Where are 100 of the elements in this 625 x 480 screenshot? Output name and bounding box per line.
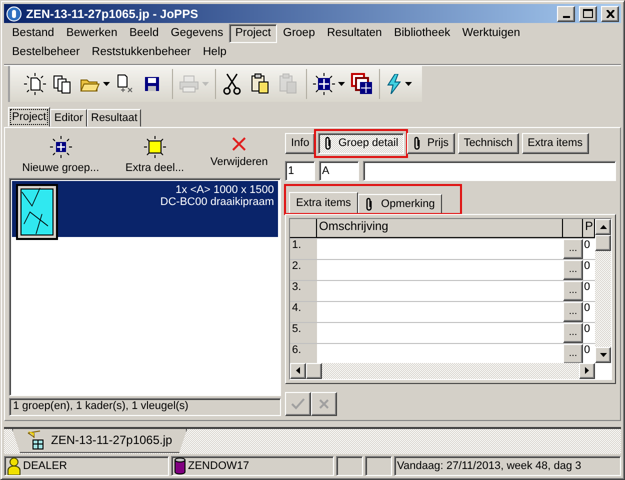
ellipsis-button[interactable]: ... (563, 280, 583, 301)
ellipsis-button[interactable]: ... (563, 302, 583, 322)
menu-item[interactable]: Bestelbeheer (6, 43, 86, 62)
tab[interactable]: Editor (50, 108, 87, 127)
ellipsis-button[interactable]: ... (563, 260, 583, 280)
horizontal-scrollbar[interactable] (290, 362, 595, 379)
scroll-up-button[interactable] (595, 218, 611, 235)
paperclip-icon (365, 196, 374, 211)
tab[interactable]: Opmerking (358, 194, 442, 214)
status-panel (336, 456, 363, 476)
header-cell (290, 218, 317, 238)
paperclip-icon (413, 136, 422, 150)
paperclip-icon (324, 136, 332, 150)
table-cell: 0 (583, 322, 595, 343)
document-tab[interactable]: ZEN-13-11-27p1065.jp (12, 428, 188, 453)
printer-icon (179, 75, 199, 94)
detail-button[interactable]: Info (285, 132, 316, 154)
menu-item[interactable]: Gegevens (164, 24, 230, 44)
menu-item[interactable]: Werktuigen (456, 24, 526, 44)
maximize-button[interactable] (579, 6, 597, 22)
input-field[interactable] (363, 161, 616, 182)
tab[interactable]: Extra items (289, 192, 358, 214)
menu-item[interactable]: Help (196, 43, 233, 62)
scroll-thumb[interactable] (306, 362, 322, 379)
table-cell[interactable] (317, 302, 563, 322)
detail-button[interactable]: Prijs (407, 132, 455, 154)
menu-item[interactable]: Bibliotheek (388, 24, 456, 44)
table-cell[interactable] (317, 344, 563, 363)
row-header: 5. (290, 322, 317, 343)
right-arrow-icon (585, 367, 589, 374)
scroll-right-button[interactable] (579, 362, 595, 379)
status-text: Vandaag: 27/11/2013, week 48, dag 3 (397, 460, 582, 472)
detail-button[interactable]: Technisch (458, 132, 519, 154)
menu-item[interactable]: Groep (277, 24, 321, 44)
action-button[interactable]: Nieuwe groep... (22, 136, 100, 178)
caret-icon (202, 82, 209, 86)
square-icon (144, 136, 166, 158)
lightning-icon (386, 74, 402, 94)
caret-icon (103, 82, 110, 86)
input-field[interactable]: A (319, 161, 359, 182)
scroll-down-button[interactable] (595, 346, 611, 363)
window-title: ZEN-13-11-27p1065.jp - JoPPS (26, 6, 200, 21)
detail-button[interactable]: Extra items (522, 132, 589, 154)
close-icon (319, 398, 329, 409)
menu-item[interactable]: Project (229, 24, 277, 44)
table-cell: 0 (583, 238, 595, 259)
scroll-thumb[interactable] (595, 234, 611, 251)
paste-disabled-icon (278, 73, 298, 96)
grid-icon (313, 73, 335, 96)
copy-icon (52, 74, 72, 94)
column-header: Omschrijving (317, 218, 563, 238)
table-cell: 0 (583, 344, 595, 363)
status-text: ZENDOW17 (188, 460, 250, 472)
menu-item[interactable]: Bewerken (60, 24, 124, 44)
status-panel (365, 456, 392, 476)
maximize-icon (583, 9, 593, 18)
header-cell (563, 218, 583, 238)
grid-icon (50, 136, 72, 158)
menu-item[interactable]: Reststukkenbeheer (86, 43, 197, 62)
row-header: 2. (290, 260, 317, 280)
table-cell[interactable] (317, 238, 563, 259)
row-header: 4. (290, 302, 317, 322)
table-cell: 0 (583, 302, 595, 322)
group-description: DC-BC00 draaikipraam (160, 196, 274, 208)
table-cell[interactable] (317, 322, 563, 343)
table-cell: 0 (583, 260, 595, 280)
scroll-left-button[interactable] (290, 362, 306, 379)
table-cell: 0 (583, 280, 595, 301)
scissors-icon (222, 73, 242, 96)
tab[interactable]: Resultaat (87, 108, 142, 127)
ellipsis-button[interactable]: ... (563, 344, 583, 363)
app-icon (6, 6, 22, 22)
crane-building-icon (27, 430, 45, 450)
left-arrow-icon (296, 367, 300, 374)
new-document-icon (24, 73, 46, 96)
action-button[interactable]: Verwijderen (210, 136, 268, 178)
row-header: 1. (290, 238, 317, 259)
menu-item[interactable]: Bestand (6, 24, 60, 44)
vertical-scrollbar[interactable] (595, 218, 611, 363)
menu-item[interactable]: Beeld (123, 24, 165, 44)
caret-icon (338, 82, 345, 86)
group-item[interactable]: 1x <A> 1000 x 1500 DC-BC00 draaikipraam (12, 180, 278, 237)
column-header: P (583, 218, 595, 238)
up-arrow-icon (600, 224, 606, 229)
database-icon (174, 457, 186, 475)
status-text: DEALER (23, 460, 68, 472)
delete-icon (231, 136, 248, 152)
ellipsis-button[interactable]: ... (563, 238, 583, 259)
input-field[interactable]: 1 (285, 161, 315, 182)
minimize-button[interactable] (557, 6, 575, 22)
table-cell[interactable] (317, 280, 563, 301)
menu-item[interactable]: Resultaten (320, 24, 388, 44)
window-frame-icon (16, 184, 58, 240)
table-cell[interactable] (317, 260, 563, 280)
row-header: 3. (290, 280, 317, 301)
tab[interactable]: Project (8, 106, 50, 127)
close-button[interactable] (601, 6, 619, 22)
action-button[interactable]: Extra deel... (125, 136, 184, 178)
ellipsis-button[interactable]: ... (563, 322, 583, 343)
stacked-windows-icon (351, 73, 373, 96)
